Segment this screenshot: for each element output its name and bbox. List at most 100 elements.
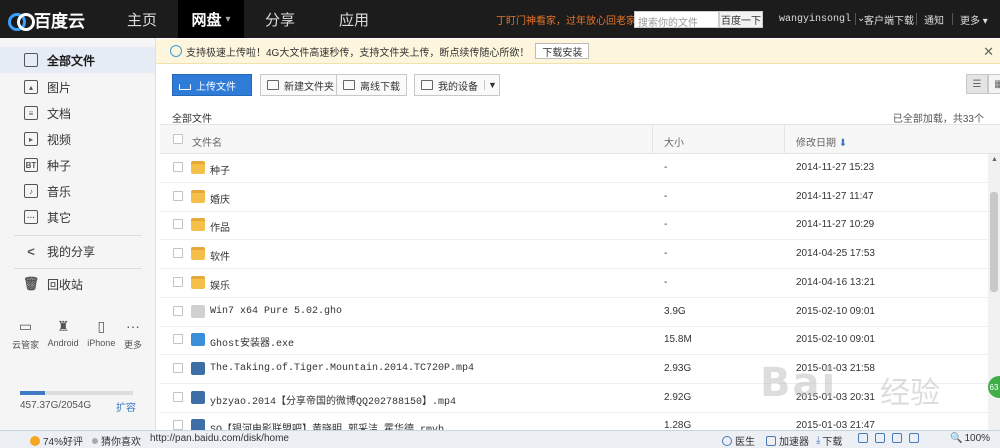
- device-iphone[interactable]: ▯ iPhone: [87, 318, 115, 351]
- scroll-thumb[interactable]: [990, 192, 998, 292]
- row-checkbox[interactable]: [173, 190, 183, 201]
- download-install-button[interactable]: 下载安装: [535, 43, 590, 59]
- table-row[interactable]: The.Taking.of.Tiger.Mountain.2014.TC720P…: [160, 355, 988, 384]
- row-checkbox[interactable]: [173, 219, 183, 230]
- table-row[interactable]: 软件 - 2014-04-25 17:53: [160, 240, 988, 270]
- notice-text: 支持极速上传啦！4G大文件高速秒传，支持文件夹上传，断点续传随心所欲！: [186, 47, 530, 59]
- table-row[interactable]: 作品 - 2014-11-27 10:29: [160, 211, 988, 241]
- baidu-cloud-logo[interactable]: 百度云: [0, 0, 112, 38]
- table-row[interactable]: 种子 - 2014-11-27 15:23: [160, 154, 988, 183]
- more-menu[interactable]: 更多 ▾: [960, 12, 988, 27]
- accelerator-item[interactable]: 加速器: [766, 433, 809, 448]
- table-row[interactable]: Win7 x64 Pure 5.02.gho 3.9G 2015-02-10 09:…: [160, 298, 988, 327]
- row-checkbox[interactable]: [173, 420, 183, 430]
- file-name[interactable]: The.Taking.of.Tiger.Mountain.2014.TC720P…: [210, 363, 474, 374]
- sidebar-item-torrents[interactable]: BT 种子: [0, 152, 155, 178]
- sidebar-item-all-files[interactable]: 全部文件: [0, 47, 155, 73]
- breadcrumb[interactable]: 全部文件: [172, 110, 212, 125]
- grid-view-icon[interactable]: ▦: [988, 74, 1000, 94]
- nav-share[interactable]: 分享: [250, 0, 310, 38]
- row-checkbox[interactable]: [173, 305, 183, 316]
- file-size: -: [664, 276, 668, 288]
- file-name[interactable]: 娱乐: [210, 277, 230, 292]
- table-row[interactable]: SQ【银河电影联盟吧】黄晓明 郭采洁 霍华德.rmvb 1.28G 2015-01-…: [160, 412, 988, 430]
- file-name[interactable]: SQ【银河电影联盟吧】黄晓明 郭采洁 霍华德.rmvb: [210, 420, 444, 430]
- search-input[interactable]: 搜索你的文件: [634, 11, 719, 29]
- file-name[interactable]: Win7 x64 Pure 5.02.gho: [210, 306, 342, 317]
- file-date: 2014-04-16 13:21: [796, 276, 875, 288]
- table-row[interactable]: 娱乐 - 2014-04-16 13:21: [160, 269, 988, 298]
- device-android[interactable]: ♜ Android: [48, 318, 79, 351]
- file-date: 2015-02-10 09:01: [796, 334, 875, 346]
- nav-home[interactable]: 主页: [112, 0, 172, 38]
- client-download-link[interactable]: 客户端下载: [864, 12, 914, 27]
- scroll-up-icon[interactable]: ▲: [991, 156, 998, 163]
- download-item[interactable]: ⤓ 下载: [816, 433, 842, 448]
- file-size: -: [664, 162, 668, 173]
- row-checkbox[interactable]: [173, 248, 183, 259]
- guess-item[interactable]: 猜你喜欢: [92, 433, 141, 448]
- doctor-icon: [722, 435, 732, 446]
- offline-download-button[interactable]: 离线下载: [336, 74, 407, 96]
- exe-icon: [191, 333, 205, 347]
- row-checkbox[interactable]: [173, 391, 183, 402]
- row-checkbox[interactable]: [173, 276, 183, 287]
- sidebar-item-label: 种子: [47, 158, 72, 173]
- sidebar-item-trash[interactable]: 🗑 回收站: [0, 271, 155, 297]
- file-name[interactable]: 软件: [210, 248, 230, 263]
- row-checkbox[interactable]: [173, 162, 183, 172]
- search-button[interactable]: 百度一下: [719, 11, 763, 28]
- sidebar-item-my-share[interactable]: < 我的分享: [0, 238, 155, 264]
- expand-storage-link[interactable]: 扩容: [116, 399, 136, 414]
- username-menu[interactable]: wangyinsongl ⌄: [779, 13, 865, 25]
- sound-icon[interactable]: [909, 433, 919, 443]
- sidebar-item-music[interactable]: ♪ 音乐: [0, 178, 155, 204]
- new-folder-label: 新建文件夹: [284, 81, 334, 93]
- file-name[interactable]: 婚庆: [210, 191, 230, 206]
- list-view-icon[interactable]: ☰: [966, 74, 988, 94]
- window-icon[interactable]: [892, 433, 902, 443]
- sidebar-item-videos[interactable]: ▸ 视频: [0, 126, 155, 152]
- quota-text: 457.37G/2054G: [20, 400, 91, 411]
- sidebar-divider: [14, 268, 142, 269]
- row-checkbox[interactable]: [173, 362, 183, 373]
- device-more[interactable]: ··· 更多: [124, 318, 142, 351]
- device-cloud-manager[interactable]: ▭ 云管家: [12, 318, 39, 351]
- chevron-down-icon[interactable]: ▼: [484, 80, 497, 90]
- file-name[interactable]: 种子: [210, 162, 230, 177]
- sidebar-item-other[interactable]: ··· 其它: [0, 204, 155, 230]
- column-name[interactable]: 文件名: [192, 134, 222, 149]
- my-devices-label: 我的设备: [438, 81, 478, 93]
- close-icon[interactable]: ✕: [983, 44, 994, 60]
- table-row[interactable]: ybzyao.2014【分享帝国的微博QQ202788150】.mp4 2.92G…: [160, 384, 988, 413]
- chevron-down-icon: ▾: [982, 16, 988, 27]
- baidu-cloud-logo-icon: [8, 10, 35, 31]
- table-row[interactable]: Ghost安装器.exe 15.8M 2015-02-10 09:01: [160, 326, 988, 356]
- doctor-item[interactable]: 医生: [722, 433, 755, 448]
- new-folder-button[interactable]: 新建文件夹: [260, 74, 341, 96]
- p-icon[interactable]: [858, 433, 868, 443]
- select-all-checkbox[interactable]: [173, 134, 183, 144]
- file-name[interactable]: 作品: [210, 219, 230, 234]
- dot-icon: [92, 437, 98, 444]
- table-row[interactable]: 婚庆 - 2014-11-27 11:47: [160, 183, 988, 212]
- screen-icon[interactable]: [875, 433, 885, 443]
- column-date[interactable]: 修改日期 ⬇: [796, 134, 847, 149]
- file-size: -: [664, 219, 668, 231]
- sidebar-item-documents[interactable]: ≡ 文档: [0, 100, 155, 126]
- nav-netdisk[interactable]: 网盘 ▾: [178, 0, 244, 38]
- file-name[interactable]: ybzyao.2014【分享帝国的微博QQ202788150】.mp4: [210, 392, 456, 408]
- upload-button[interactable]: 上传文件: [172, 74, 252, 96]
- column-size[interactable]: 大小: [664, 134, 684, 149]
- zoom-item[interactable]: 🔍 100%: [950, 433, 990, 444]
- nav-apps[interactable]: 应用: [324, 0, 384, 38]
- file-name[interactable]: Ghost安装器.exe: [210, 334, 294, 350]
- notifications-link[interactable]: 通知: [924, 12, 944, 27]
- sidebar-item-label: 全部文件: [47, 53, 96, 68]
- device-label: 云管家: [12, 340, 40, 350]
- my-devices-button[interactable]: 我的设备 ▼: [414, 74, 500, 96]
- sidebar-item-images[interactable]: ▴ 图片: [0, 74, 155, 100]
- promo-link[interactable]: 丁盯门神看家，过年放心回老家: [496, 12, 636, 27]
- row-checkbox[interactable]: [173, 334, 183, 345]
- rating-item[interactable]: 74%好评: [30, 433, 83, 448]
